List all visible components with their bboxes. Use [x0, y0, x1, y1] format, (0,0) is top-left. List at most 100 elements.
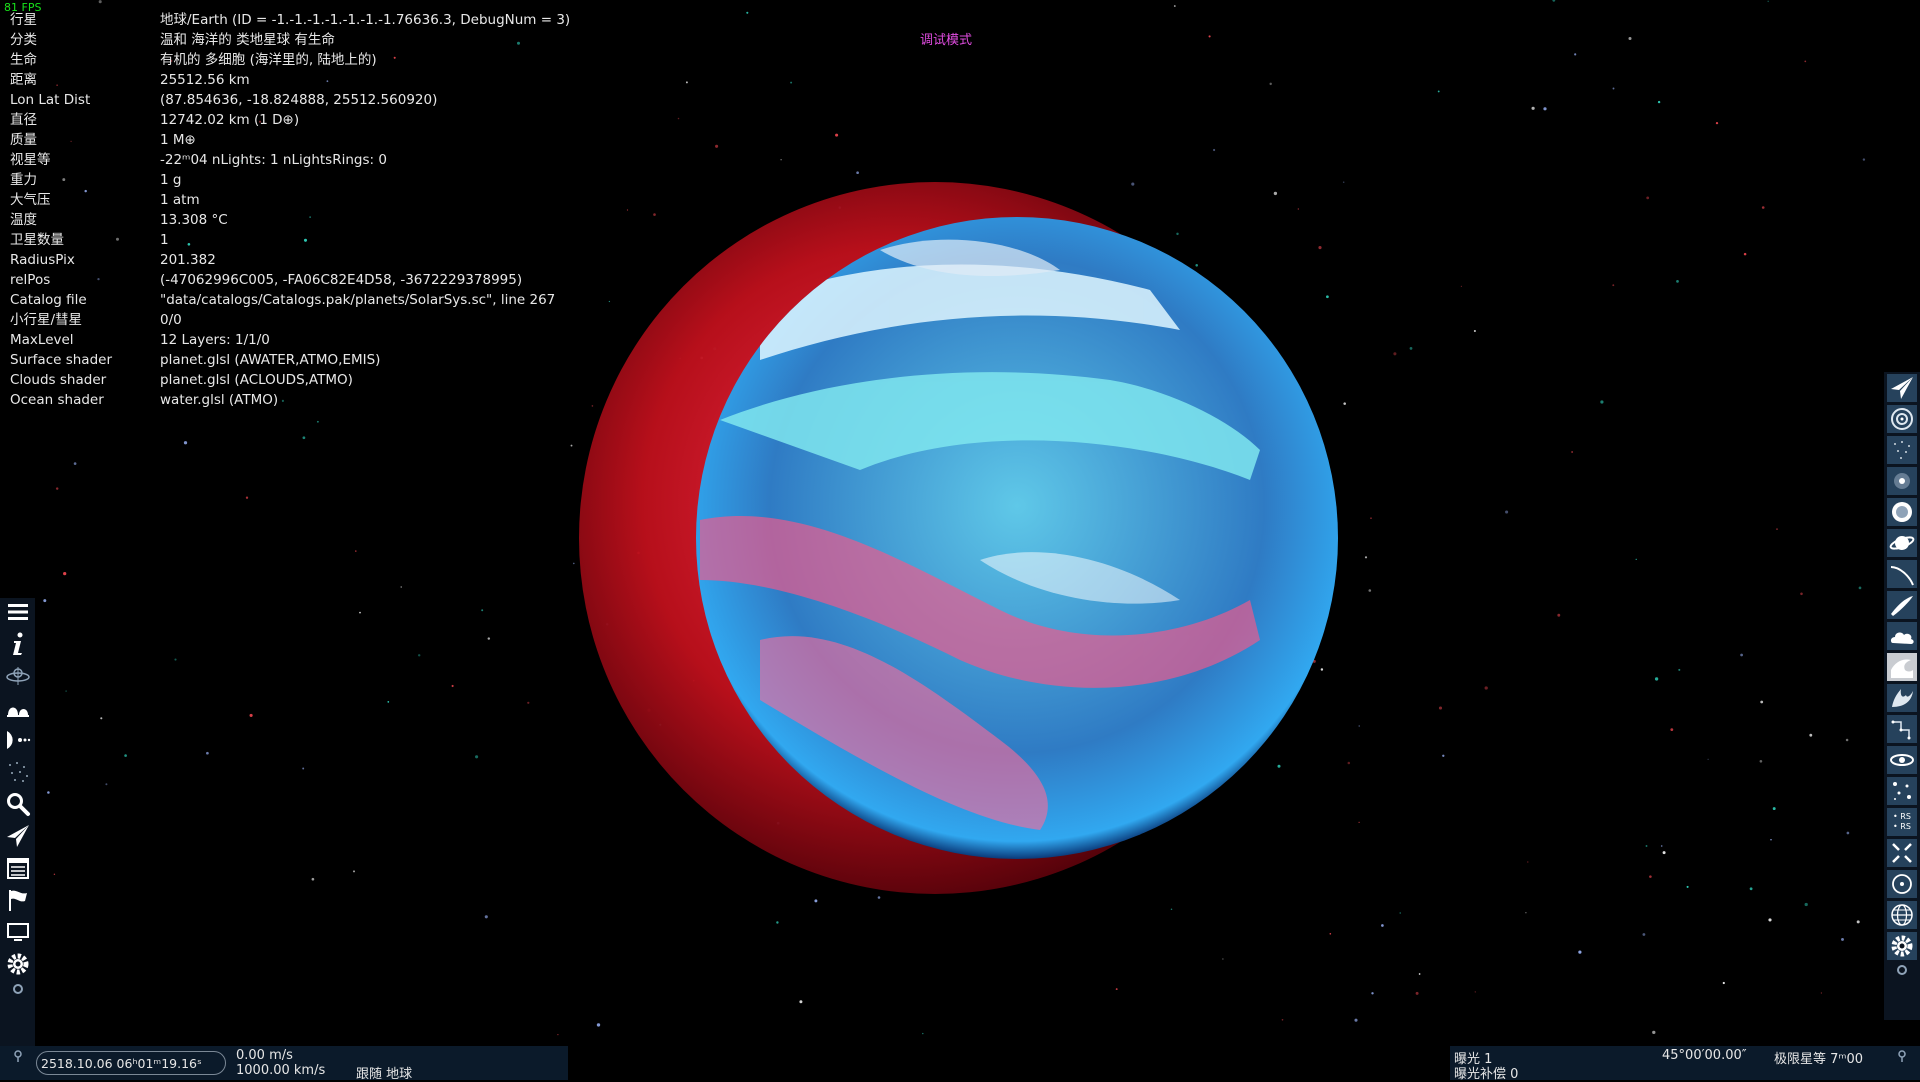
flag-button[interactable]	[2, 886, 33, 914]
info-value: 地球/Earth (ID = -1.-1.-1.-1.-1.-1.-1.7663…	[160, 12, 571, 28]
star	[1418, 973, 1421, 975]
search-icon	[6, 793, 30, 816]
asteroid-toggle[interactable]	[1887, 560, 1917, 588]
datetime-field[interactable]: 2518.10.06 06ʰ01ᵐ19.16ˢ	[36, 1051, 226, 1075]
calendar-button[interactable]	[2, 854, 33, 882]
info-label: Lon Lat Dist	[10, 92, 91, 108]
info-row: Surface shader planet.glsl (AWATER,ATMO,E…	[10, 350, 570, 370]
places-button[interactable]	[2, 694, 33, 722]
star	[877, 896, 881, 899]
info-row: 行星 地球/Earth (ID = -1.-1.-1.-1.-1.-1.-1.76…	[10, 10, 570, 30]
info-row: 距离 25512.56 km	[10, 70, 570, 90]
right-toolbar: • RS • RS	[1884, 372, 1920, 1020]
follow-target[interactable]: 跟随 地球	[356, 1063, 412, 1082]
star-cluster-toggle-icon	[1894, 441, 1910, 459]
display-button[interactable]	[2, 918, 33, 946]
star	[1767, 0, 1769, 3]
star	[1358, 821, 1360, 824]
star	[1409, 347, 1413, 350]
aurora-toggle[interactable]	[1887, 684, 1917, 712]
star	[417, 654, 421, 657]
spacecraft-toggle-icon	[1891, 377, 1913, 399]
calendar-icon	[6, 858, 29, 879]
collapse-toolbar-dot[interactable]	[1887, 962, 1917, 978]
collapse-toolbar-dot[interactable]	[2, 982, 33, 996]
info-row: 视星等 -22ᵐ04 nLights: 1 nLightsRings: 0	[10, 150, 570, 170]
star	[1772, 807, 1776, 811]
star	[1645, 845, 1648, 847]
info-value: planet.glsl (ACLOUDS,ATMO)	[160, 372, 353, 388]
star	[1437, 90, 1440, 93]
water-toggle[interactable]	[1887, 653, 1917, 681]
star	[1670, 728, 1674, 732]
search-button[interactable]	[2, 790, 33, 818]
pin-icon[interactable]	[11, 1049, 25, 1063]
star	[715, 144, 719, 148]
star-cluster-toggle[interactable]	[1887, 436, 1917, 464]
target-button[interactable]	[1887, 870, 1917, 898]
flag-icon	[8, 890, 27, 911]
constellation-toggle[interactable]	[1887, 715, 1917, 743]
settings-button[interactable]	[2, 950, 33, 978]
info-value: -22ᵐ04 nLights: 1 nLightsRings: 0	[160, 152, 387, 168]
planetarium-icon	[5, 667, 30, 685]
limit-magnitude-readout[interactable]: 极限星等 7ᵐ00	[1774, 1048, 1863, 1067]
settings-icon	[7, 953, 28, 975]
star	[1804, 902, 1808, 907]
star	[1320, 668, 1324, 671]
clouds-toggle[interactable]	[1887, 622, 1917, 650]
star	[1649, 875, 1652, 878]
star	[1820, 992, 1823, 994]
star	[1841, 937, 1844, 941]
info-row: Catalog file "data/catalogs/Catalogs.pak/…	[10, 290, 570, 310]
star	[1642, 933, 1646, 936]
star	[359, 611, 361, 614]
nebula-toggle[interactable]	[1887, 467, 1917, 495]
star	[1761, 206, 1765, 209]
star-toggle[interactable]	[1887, 498, 1917, 526]
info-row: 直径 12742.02 km (1 D⊕)	[10, 110, 570, 130]
planetarium-button[interactable]	[2, 662, 33, 690]
spacecraft-toggle[interactable]	[1887, 374, 1917, 402]
star	[1115, 988, 1118, 991]
info-value: 0/0	[160, 312, 182, 328]
star	[487, 637, 491, 640]
fov-readout[interactable]: 45°00′00.00″	[1662, 1048, 1747, 1063]
water-toggle-icon	[1891, 659, 1913, 678]
star-field-button[interactable]	[2, 758, 33, 786]
comet-toggle[interactable]	[1887, 591, 1917, 619]
menu-button[interactable]	[2, 598, 33, 626]
star	[572, 562, 575, 565]
rs-toggle[interactable]: • RS • RS	[1887, 808, 1917, 836]
dot-icon	[12, 984, 23, 994]
exposure-compensation-readout[interactable]: 曝光补偿 0	[1454, 1063, 1518, 1082]
star	[1484, 686, 1488, 690]
star-system-button[interactable]	[2, 726, 33, 754]
planet-toggle[interactable]	[1887, 529, 1917, 557]
star	[780, 159, 782, 161]
planet-earth[interactable]	[696, 217, 1338, 859]
star	[1657, 100, 1661, 104]
star	[451, 684, 454, 688]
ship-button[interactable]	[2, 822, 33, 850]
star	[1318, 246, 1322, 250]
particles-toggle[interactable]	[1887, 777, 1917, 805]
speed-limit-readout[interactable]: 1000.00 km/s	[236, 1063, 325, 1078]
info-button[interactable]	[2, 630, 33, 658]
info-label: 距离	[10, 72, 37, 88]
star	[65, 690, 67, 692]
galaxy-toggle[interactable]	[1887, 405, 1917, 433]
pin-icon[interactable]	[1895, 1049, 1909, 1063]
star	[527, 701, 530, 704]
star	[1862, 158, 1866, 161]
star	[1213, 148, 1216, 152]
speed-readout: 0.00 m/s	[236, 1048, 293, 1063]
zoom-fit-icon	[1892, 843, 1912, 863]
settings-button[interactable]	[1887, 932, 1917, 960]
zoom-fit-button[interactable]	[1887, 839, 1917, 867]
star	[1722, 981, 1725, 985]
star	[1759, 759, 1763, 763]
info-icon	[12, 632, 22, 655]
grid-globe-button[interactable]	[1887, 901, 1917, 929]
orbit-toggle[interactable]	[1887, 746, 1917, 774]
